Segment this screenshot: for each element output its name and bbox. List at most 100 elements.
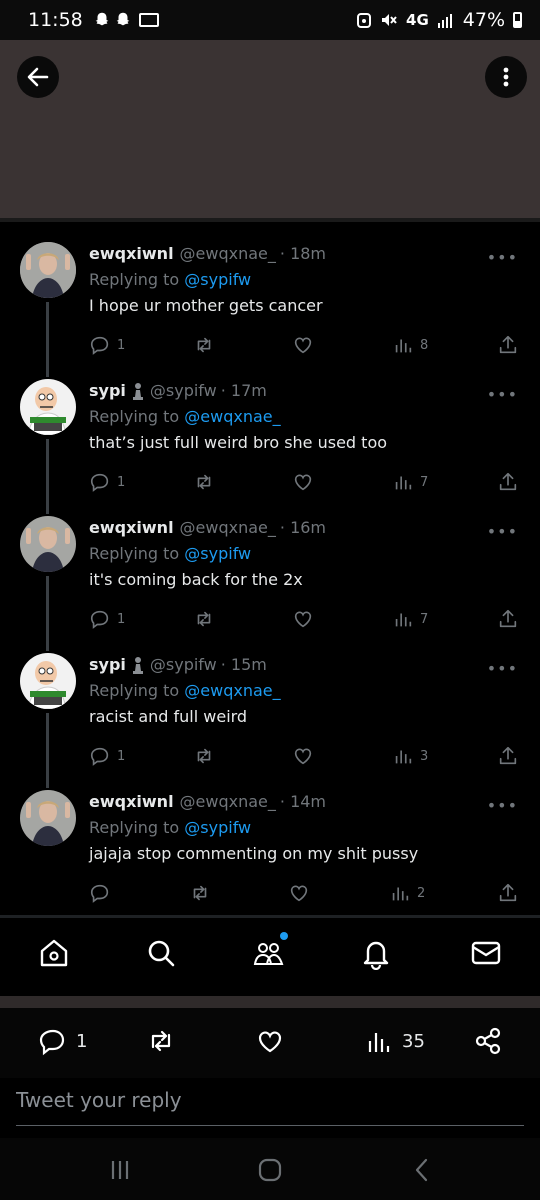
status-right: 4G 47% bbox=[356, 9, 522, 31]
retweet-button[interactable] bbox=[193, 471, 215, 493]
share-button[interactable] bbox=[497, 745, 519, 767]
mention-link[interactable]: @ewqxnae_ bbox=[184, 407, 280, 426]
snapchat-icon bbox=[116, 12, 130, 26]
avatar[interactable] bbox=[20, 653, 76, 709]
mention-link[interactable]: @sypifw bbox=[184, 270, 251, 289]
tweet-text: it's coming back for the 2x bbox=[89, 570, 303, 589]
avatar[interactable] bbox=[20, 790, 76, 846]
network-type: 4G bbox=[406, 11, 429, 29]
share-button[interactable] bbox=[497, 882, 519, 904]
view-count: 2 bbox=[417, 885, 426, 901]
tweet-more-button[interactable]: ••• bbox=[487, 522, 518, 541]
system-nav-bar bbox=[0, 1138, 540, 1200]
back-button[interactable] bbox=[17, 56, 59, 98]
retweet-button[interactable] bbox=[146, 1026, 176, 1056]
display-name[interactable]: ewqxiwnl bbox=[89, 244, 174, 263]
reply-count: 1 bbox=[117, 748, 126, 764]
like-button[interactable] bbox=[288, 882, 310, 904]
recent-apps-button[interactable] bbox=[106, 1156, 134, 1184]
tweet[interactable]: ewqxiwnl @ewqxnae_ · 14m ••• Replying to… bbox=[0, 778, 540, 915]
heart-icon bbox=[290, 885, 308, 902]
user-handle[interactable]: @ewqxnae_ bbox=[180, 518, 276, 537]
views-button[interactable]: 8 bbox=[392, 334, 428, 356]
chess-pawn-icon bbox=[132, 656, 143, 674]
like-button[interactable] bbox=[255, 1026, 285, 1056]
share-button[interactable] bbox=[497, 608, 519, 630]
replying-to: Replying to @sypifw bbox=[89, 544, 251, 563]
display-name[interactable]: sypi bbox=[89, 381, 126, 400]
retweet-button[interactable] bbox=[193, 745, 215, 767]
like-button[interactable] bbox=[292, 471, 314, 493]
reply-button[interactable] bbox=[89, 882, 111, 904]
mention-link[interactable]: @ewqxnae_ bbox=[184, 681, 280, 700]
like-button[interactable] bbox=[292, 745, 314, 767]
reply-button[interactable]: 1 bbox=[89, 745, 125, 767]
display-name[interactable]: sypi bbox=[89, 655, 126, 674]
home-nav-button[interactable] bbox=[256, 1156, 284, 1184]
alarm-icon bbox=[357, 13, 372, 28]
replying-to-label: Replying to bbox=[89, 681, 180, 700]
reply-button[interactable]: 1 bbox=[89, 471, 125, 493]
tweet-actions: 1 8 bbox=[89, 334, 529, 358]
tweet[interactable]: ewqxiwnl @ewqxnae_ · 16m ••• Replying to… bbox=[0, 504, 540, 641]
views-button[interactable]: 7 bbox=[392, 471, 428, 493]
tab-messages[interactable] bbox=[469, 936, 503, 970]
avatar[interactable] bbox=[20, 516, 76, 572]
tweet-more-button[interactable]: ••• bbox=[487, 796, 518, 815]
notification-icons bbox=[93, 11, 159, 29]
reply-button[interactable]: 1 bbox=[89, 334, 125, 356]
user-handle[interactable]: @sypifw bbox=[150, 381, 217, 400]
tab-communities[interactable] bbox=[252, 932, 288, 970]
views-button[interactable]: 35 bbox=[364, 1026, 425, 1056]
like-button[interactable] bbox=[292, 608, 314, 630]
tweet[interactable]: ewqxiwnl @ewqxnae_ · 18m ••• Replying to… bbox=[0, 230, 540, 367]
tweet[interactable]: sypi @sypifw · 17m ••• Replying to @ewqx… bbox=[0, 367, 540, 504]
tweet-more-button[interactable]: ••• bbox=[487, 248, 518, 267]
notifications-icon bbox=[363, 941, 389, 971]
views-button[interactable]: 2 bbox=[389, 882, 425, 904]
views-button[interactable]: 7 bbox=[392, 608, 428, 630]
tweet-header: ewqxiwnl @ewqxnae_ · 18m bbox=[89, 244, 326, 263]
user-handle[interactable]: @ewqxnae_ bbox=[180, 244, 276, 263]
display-name[interactable]: ewqxiwnl bbox=[89, 518, 174, 537]
avatar[interactable] bbox=[20, 379, 76, 435]
tweet-actions: 1 3 bbox=[89, 745, 529, 769]
mention-link[interactable]: @sypifw bbox=[184, 544, 251, 563]
like-button[interactable] bbox=[292, 334, 314, 356]
share-button[interactable] bbox=[497, 471, 519, 493]
tab-notifications[interactable] bbox=[359, 936, 393, 971]
share-button[interactable] bbox=[473, 1026, 503, 1056]
views-icon bbox=[395, 339, 412, 353]
more-vertical-icon bbox=[503, 67, 509, 87]
avatar[interactable] bbox=[20, 242, 76, 298]
tweet-actions: 1 7 bbox=[89, 608, 529, 632]
back-nav-button[interactable] bbox=[408, 1156, 436, 1184]
tab-home[interactable] bbox=[37, 936, 71, 970]
home-nav-icon bbox=[258, 1158, 282, 1182]
arrow-left-icon bbox=[27, 67, 49, 87]
chevron-left-icon bbox=[415, 1158, 428, 1182]
reply-button[interactable]: 1 bbox=[89, 608, 125, 630]
retweet-button[interactable] bbox=[193, 608, 215, 630]
share-button[interactable] bbox=[497, 334, 519, 356]
user-handle[interactable]: @sypifw bbox=[150, 655, 217, 674]
reply-button[interactable]: 1 bbox=[38, 1026, 87, 1056]
display-name[interactable]: ewqxiwnl bbox=[89, 792, 174, 811]
tweet-more-button[interactable]: ••• bbox=[487, 385, 518, 404]
views-icon bbox=[368, 1033, 390, 1052]
tab-search[interactable] bbox=[144, 936, 178, 970]
tweet-more-button[interactable]: ••• bbox=[487, 659, 518, 678]
retweet-button[interactable] bbox=[193, 334, 215, 356]
retweet-icon bbox=[197, 611, 211, 627]
timestamp: · 16m bbox=[279, 518, 327, 537]
views-button[interactable]: 3 bbox=[392, 745, 428, 767]
reply-input[interactable] bbox=[16, 1088, 524, 1112]
replying-to: Replying to @ewqxnae_ bbox=[89, 407, 281, 426]
user-handle[interactable]: @ewqxnae_ bbox=[180, 792, 276, 811]
tweet[interactable]: sypi @sypifw · 15m ••• Replying to @ewqx… bbox=[0, 641, 540, 778]
retweet-button[interactable] bbox=[189, 882, 211, 904]
snapchat-icon bbox=[95, 12, 109, 26]
replying-to: Replying to @sypifw bbox=[89, 818, 251, 837]
mention-link[interactable]: @sypifw bbox=[184, 818, 251, 837]
more-options-button[interactable] bbox=[485, 56, 527, 98]
